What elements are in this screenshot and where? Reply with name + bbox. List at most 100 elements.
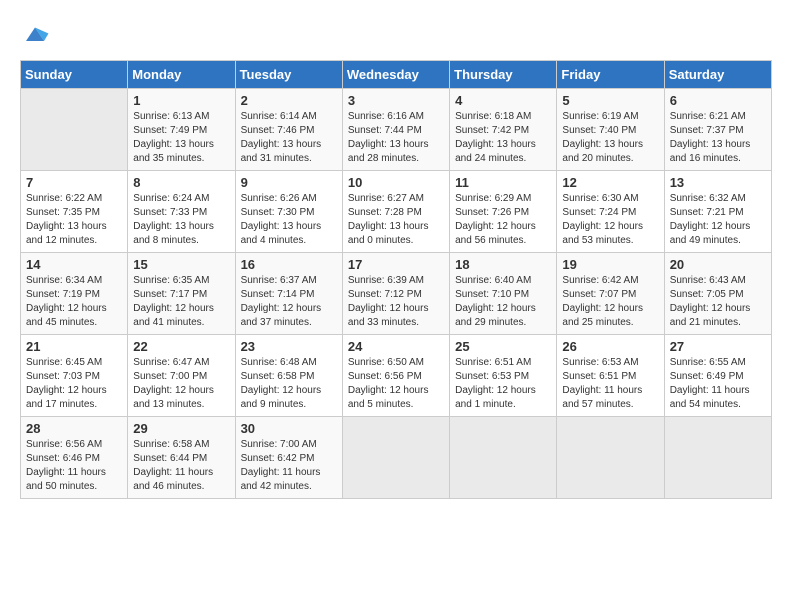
calendar-cell: 23 Sunrise: 6:48 AM Sunset: 6:58 PM Dayli… bbox=[235, 335, 342, 417]
day-info: Sunrise: 6:45 AM Sunset: 7:03 PM Dayligh… bbox=[26, 356, 122, 412]
calendar-cell: 20 Sunrise: 6:43 AM Sunset: 7:05 PM Dayli… bbox=[664, 253, 771, 335]
day-number: 14 bbox=[26, 257, 122, 272]
calendar-cell: 30 Sunrise: 7:00 AM Sunset: 6:42 PM Dayli… bbox=[235, 417, 342, 499]
day-number: 6 bbox=[670, 93, 766, 108]
day-info: Sunrise: 6:40 AM Sunset: 7:10 PM Dayligh… bbox=[455, 274, 551, 330]
day-info: Sunrise: 6:35 AM Sunset: 7:17 PM Dayligh… bbox=[133, 274, 229, 330]
calendar-cell: 28 Sunrise: 6:56 AM Sunset: 6:46 PM Dayli… bbox=[21, 417, 128, 499]
calendar-cell bbox=[450, 417, 557, 499]
day-info: Sunrise: 6:48 AM Sunset: 6:58 PM Dayligh… bbox=[241, 356, 337, 412]
calendar-cell: 10 Sunrise: 6:27 AM Sunset: 7:28 PM Dayli… bbox=[342, 171, 449, 253]
day-number: 9 bbox=[241, 175, 337, 190]
day-info: Sunrise: 6:18 AM Sunset: 7:42 PM Dayligh… bbox=[455, 110, 551, 166]
calendar-cell bbox=[557, 417, 664, 499]
day-info: Sunrise: 7:00 AM Sunset: 6:42 PM Dayligh… bbox=[241, 438, 337, 494]
calendar-cell bbox=[21, 89, 128, 171]
day-number: 23 bbox=[241, 339, 337, 354]
calendar-table: SundayMondayTuesdayWednesdayThursdayFrid… bbox=[20, 60, 772, 499]
calendar-cell: 16 Sunrise: 6:37 AM Sunset: 7:14 PM Dayli… bbox=[235, 253, 342, 335]
day-number: 18 bbox=[455, 257, 551, 272]
calendar-cell: 25 Sunrise: 6:51 AM Sunset: 6:53 PM Dayli… bbox=[450, 335, 557, 417]
calendar-week-3: 14 Sunrise: 6:34 AM Sunset: 7:19 PM Dayli… bbox=[21, 253, 772, 335]
calendar-cell: 24 Sunrise: 6:50 AM Sunset: 6:56 PM Dayli… bbox=[342, 335, 449, 417]
day-header-saturday: Saturday bbox=[664, 61, 771, 89]
day-number: 22 bbox=[133, 339, 229, 354]
day-number: 1 bbox=[133, 93, 229, 108]
calendar-cell: 7 Sunrise: 6:22 AM Sunset: 7:35 PM Daylig… bbox=[21, 171, 128, 253]
day-info: Sunrise: 6:27 AM Sunset: 7:28 PM Dayligh… bbox=[348, 192, 444, 248]
day-number: 3 bbox=[348, 93, 444, 108]
day-info: Sunrise: 6:19 AM Sunset: 7:40 PM Dayligh… bbox=[562, 110, 658, 166]
day-info: Sunrise: 6:42 AM Sunset: 7:07 PM Dayligh… bbox=[562, 274, 658, 330]
day-number: 28 bbox=[26, 421, 122, 436]
day-number: 25 bbox=[455, 339, 551, 354]
calendar-week-2: 7 Sunrise: 6:22 AM Sunset: 7:35 PM Daylig… bbox=[21, 171, 772, 253]
calendar-cell: 9 Sunrise: 6:26 AM Sunset: 7:30 PM Daylig… bbox=[235, 171, 342, 253]
calendar-week-5: 28 Sunrise: 6:56 AM Sunset: 6:46 PM Dayli… bbox=[21, 417, 772, 499]
calendar-cell: 5 Sunrise: 6:19 AM Sunset: 7:40 PM Daylig… bbox=[557, 89, 664, 171]
calendar-cell: 2 Sunrise: 6:14 AM Sunset: 7:46 PM Daylig… bbox=[235, 89, 342, 171]
day-info: Sunrise: 6:55 AM Sunset: 6:49 PM Dayligh… bbox=[670, 356, 766, 412]
day-number: 4 bbox=[455, 93, 551, 108]
day-info: Sunrise: 6:43 AM Sunset: 7:05 PM Dayligh… bbox=[670, 274, 766, 330]
day-number: 10 bbox=[348, 175, 444, 190]
day-number: 11 bbox=[455, 175, 551, 190]
day-number: 30 bbox=[241, 421, 337, 436]
day-number: 24 bbox=[348, 339, 444, 354]
day-number: 17 bbox=[348, 257, 444, 272]
day-info: Sunrise: 6:14 AM Sunset: 7:46 PM Dayligh… bbox=[241, 110, 337, 166]
day-info: Sunrise: 6:21 AM Sunset: 7:37 PM Dayligh… bbox=[670, 110, 766, 166]
calendar-header-row: SundayMondayTuesdayWednesdayThursdayFrid… bbox=[21, 61, 772, 89]
day-info: Sunrise: 6:37 AM Sunset: 7:14 PM Dayligh… bbox=[241, 274, 337, 330]
calendar-cell bbox=[342, 417, 449, 499]
day-info: Sunrise: 6:30 AM Sunset: 7:24 PM Dayligh… bbox=[562, 192, 658, 248]
logo bbox=[20, 20, 54, 50]
calendar-cell: 3 Sunrise: 6:16 AM Sunset: 7:44 PM Daylig… bbox=[342, 89, 449, 171]
calendar-cell: 14 Sunrise: 6:34 AM Sunset: 7:19 PM Dayli… bbox=[21, 253, 128, 335]
day-number: 21 bbox=[26, 339, 122, 354]
logo-icon bbox=[20, 20, 50, 50]
day-info: Sunrise: 6:24 AM Sunset: 7:33 PM Dayligh… bbox=[133, 192, 229, 248]
day-header-friday: Friday bbox=[557, 61, 664, 89]
day-number: 12 bbox=[562, 175, 658, 190]
day-info: Sunrise: 6:13 AM Sunset: 7:49 PM Dayligh… bbox=[133, 110, 229, 166]
day-number: 13 bbox=[670, 175, 766, 190]
day-info: Sunrise: 6:16 AM Sunset: 7:44 PM Dayligh… bbox=[348, 110, 444, 166]
day-header-tuesday: Tuesday bbox=[235, 61, 342, 89]
calendar-week-1: 1 Sunrise: 6:13 AM Sunset: 7:49 PM Daylig… bbox=[21, 89, 772, 171]
day-number: 5 bbox=[562, 93, 658, 108]
calendar-cell bbox=[664, 417, 771, 499]
calendar-cell: 17Sunrise: 6:39 AM Sunset: 7:12 PM Dayli… bbox=[342, 253, 449, 335]
calendar-cell: 12 Sunrise: 6:30 AM Sunset: 7:24 PM Dayli… bbox=[557, 171, 664, 253]
day-number: 7 bbox=[26, 175, 122, 190]
day-info: Sunrise: 6:58 AM Sunset: 6:44 PM Dayligh… bbox=[133, 438, 229, 494]
day-number: 19 bbox=[562, 257, 658, 272]
calendar-cell: 26 Sunrise: 6:53 AM Sunset: 6:51 PM Dayli… bbox=[557, 335, 664, 417]
day-header-sunday: Sunday bbox=[21, 61, 128, 89]
day-info: Sunrise: 6:50 AM Sunset: 6:56 PM Dayligh… bbox=[348, 356, 444, 412]
day-number: 2 bbox=[241, 93, 337, 108]
day-info: Sunrise: 6:53 AM Sunset: 6:51 PM Dayligh… bbox=[562, 356, 658, 412]
calendar-cell: 1 Sunrise: 6:13 AM Sunset: 7:49 PM Daylig… bbox=[128, 89, 235, 171]
day-number: 26 bbox=[562, 339, 658, 354]
day-info: Sunrise: 6:56 AM Sunset: 6:46 PM Dayligh… bbox=[26, 438, 122, 494]
day-number: 15 bbox=[133, 257, 229, 272]
calendar-week-4: 21 Sunrise: 6:45 AM Sunset: 7:03 PM Dayli… bbox=[21, 335, 772, 417]
day-info: Sunrise: 6:34 AM Sunset: 7:19 PM Dayligh… bbox=[26, 274, 122, 330]
day-info: Sunrise: 6:51 AM Sunset: 6:53 PM Dayligh… bbox=[455, 356, 551, 412]
calendar-cell: 15 Sunrise: 6:35 AM Sunset: 7:17 PM Dayli… bbox=[128, 253, 235, 335]
calendar-cell: 29Sunrise: 6:58 AM Sunset: 6:44 PM Dayli… bbox=[128, 417, 235, 499]
calendar-cell: 22Sunrise: 6:47 AM Sunset: 7:00 PM Dayli… bbox=[128, 335, 235, 417]
day-header-monday: Monday bbox=[128, 61, 235, 89]
day-header-wednesday: Wednesday bbox=[342, 61, 449, 89]
day-number: 16 bbox=[241, 257, 337, 272]
calendar-cell: 4 Sunrise: 6:18 AM Sunset: 7:42 PM Daylig… bbox=[450, 89, 557, 171]
day-number: 20 bbox=[670, 257, 766, 272]
day-info: Sunrise: 6:22 AM Sunset: 7:35 PM Dayligh… bbox=[26, 192, 122, 248]
calendar-cell: 11Sunrise: 6:29 AM Sunset: 7:26 PM Dayli… bbox=[450, 171, 557, 253]
day-number: 27 bbox=[670, 339, 766, 354]
calendar-cell: 8Sunrise: 6:24 AM Sunset: 7:33 PM Daylig… bbox=[128, 171, 235, 253]
calendar-cell: 6 Sunrise: 6:21 AM Sunset: 7:37 PM Daylig… bbox=[664, 89, 771, 171]
day-info: Sunrise: 6:26 AM Sunset: 7:30 PM Dayligh… bbox=[241, 192, 337, 248]
calendar-cell: 13Sunrise: 6:32 AM Sunset: 7:21 PM Dayli… bbox=[664, 171, 771, 253]
